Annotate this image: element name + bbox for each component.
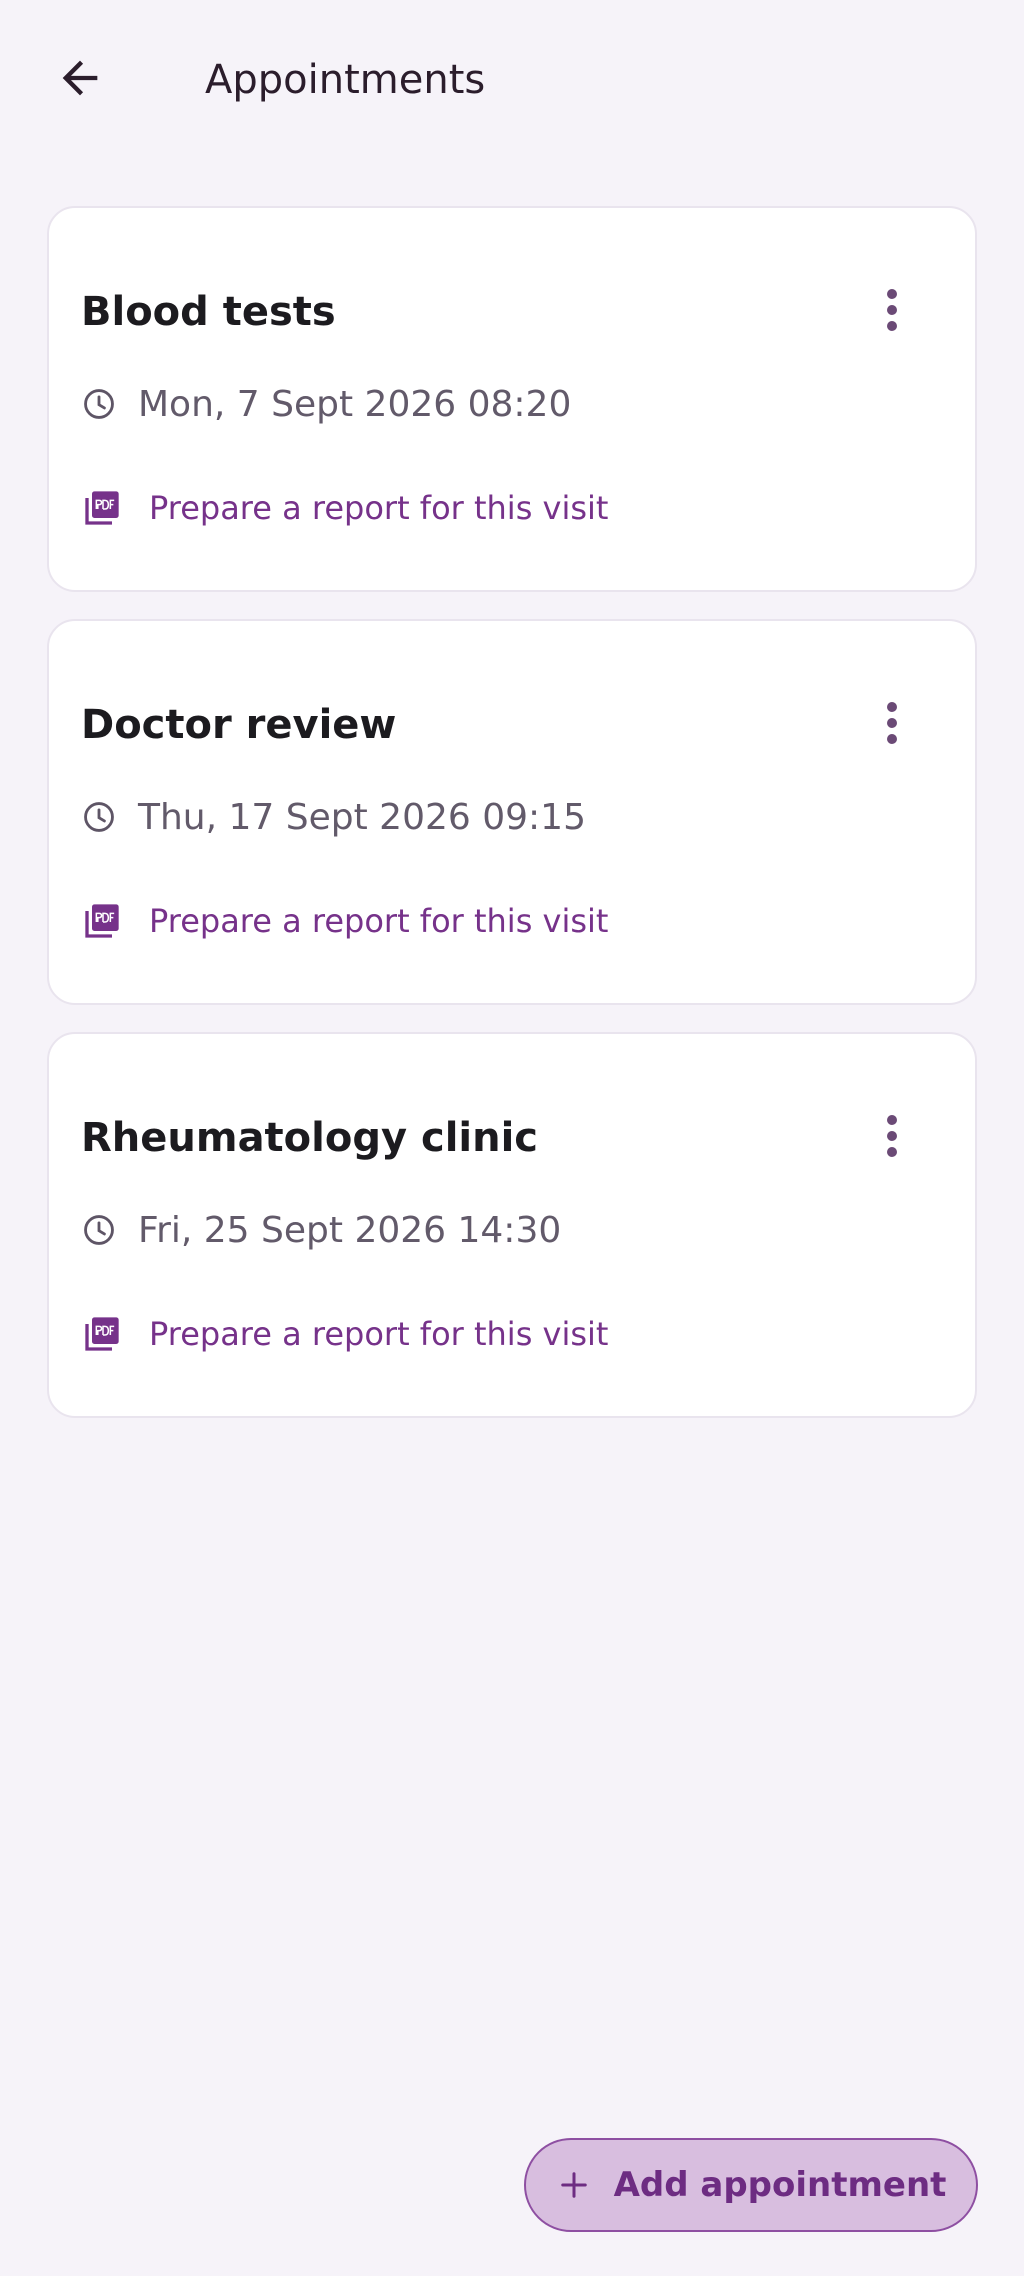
clock-icon bbox=[81, 386, 117, 422]
appointment-card[interactable]: Rheumatology clinic Fri, 25 Sept 2026 14… bbox=[47, 1032, 977, 1418]
pdf-icon bbox=[81, 487, 123, 529]
pdf-icon bbox=[81, 900, 123, 942]
prepare-report-label: Prepare a report for this visit bbox=[149, 902, 609, 940]
appointment-title: Rheumatology clinic bbox=[81, 1115, 539, 1161]
arrow-back-icon bbox=[54, 52, 106, 108]
prepare-report-label: Prepare a report for this visit bbox=[149, 1315, 609, 1353]
appointment-datetime: Fri, 25 Sept 2026 14:30 bbox=[138, 1209, 562, 1251]
clock-icon bbox=[81, 1212, 117, 1248]
appointment-time-row: Thu, 17 Sept 2026 09:15 bbox=[81, 793, 586, 841]
plus-icon bbox=[556, 2167, 592, 2203]
prepare-report-link[interactable]: Prepare a report for this visit bbox=[81, 897, 608, 945]
back-button[interactable] bbox=[40, 40, 120, 120]
appointment-list: Blood tests Mon, 7 Sept 2026 08:20 Prepa… bbox=[47, 206, 977, 1445]
appointment-title: Doctor review bbox=[81, 702, 397, 748]
appointment-card[interactable]: Doctor review Thu, 17 Sept 2026 09:15 Pr… bbox=[47, 619, 977, 1005]
add-appointment-label: Add appointment bbox=[613, 2165, 947, 2205]
more-vert-icon bbox=[885, 1114, 899, 1162]
top-app-bar: Appointments bbox=[0, 0, 1024, 160]
page-title: Appointments bbox=[205, 57, 486, 103]
more-options-button[interactable] bbox=[864, 284, 920, 340]
appointment-time-row: Fri, 25 Sept 2026 14:30 bbox=[81, 1206, 561, 1254]
more-vert-icon bbox=[885, 701, 899, 749]
appointment-datetime: Thu, 17 Sept 2026 09:15 bbox=[138, 796, 586, 838]
clock-icon bbox=[81, 799, 117, 835]
more-options-button[interactable] bbox=[864, 697, 920, 753]
appointment-title: Blood tests bbox=[81, 289, 336, 335]
more-vert-icon bbox=[885, 288, 899, 336]
appointment-time-row: Mon, 7 Sept 2026 08:20 bbox=[81, 380, 571, 428]
more-options-button[interactable] bbox=[864, 1110, 920, 1166]
prepare-report-link[interactable]: Prepare a report for this visit bbox=[81, 1310, 608, 1358]
appointment-card[interactable]: Blood tests Mon, 7 Sept 2026 08:20 Prepa… bbox=[47, 206, 977, 592]
prepare-report-link[interactable]: Prepare a report for this visit bbox=[81, 484, 608, 532]
add-appointment-button[interactable]: Add appointment bbox=[524, 2138, 978, 2232]
pdf-icon bbox=[81, 1313, 123, 1355]
prepare-report-label: Prepare a report for this visit bbox=[149, 489, 609, 527]
appointment-datetime: Mon, 7 Sept 2026 08:20 bbox=[138, 383, 572, 425]
